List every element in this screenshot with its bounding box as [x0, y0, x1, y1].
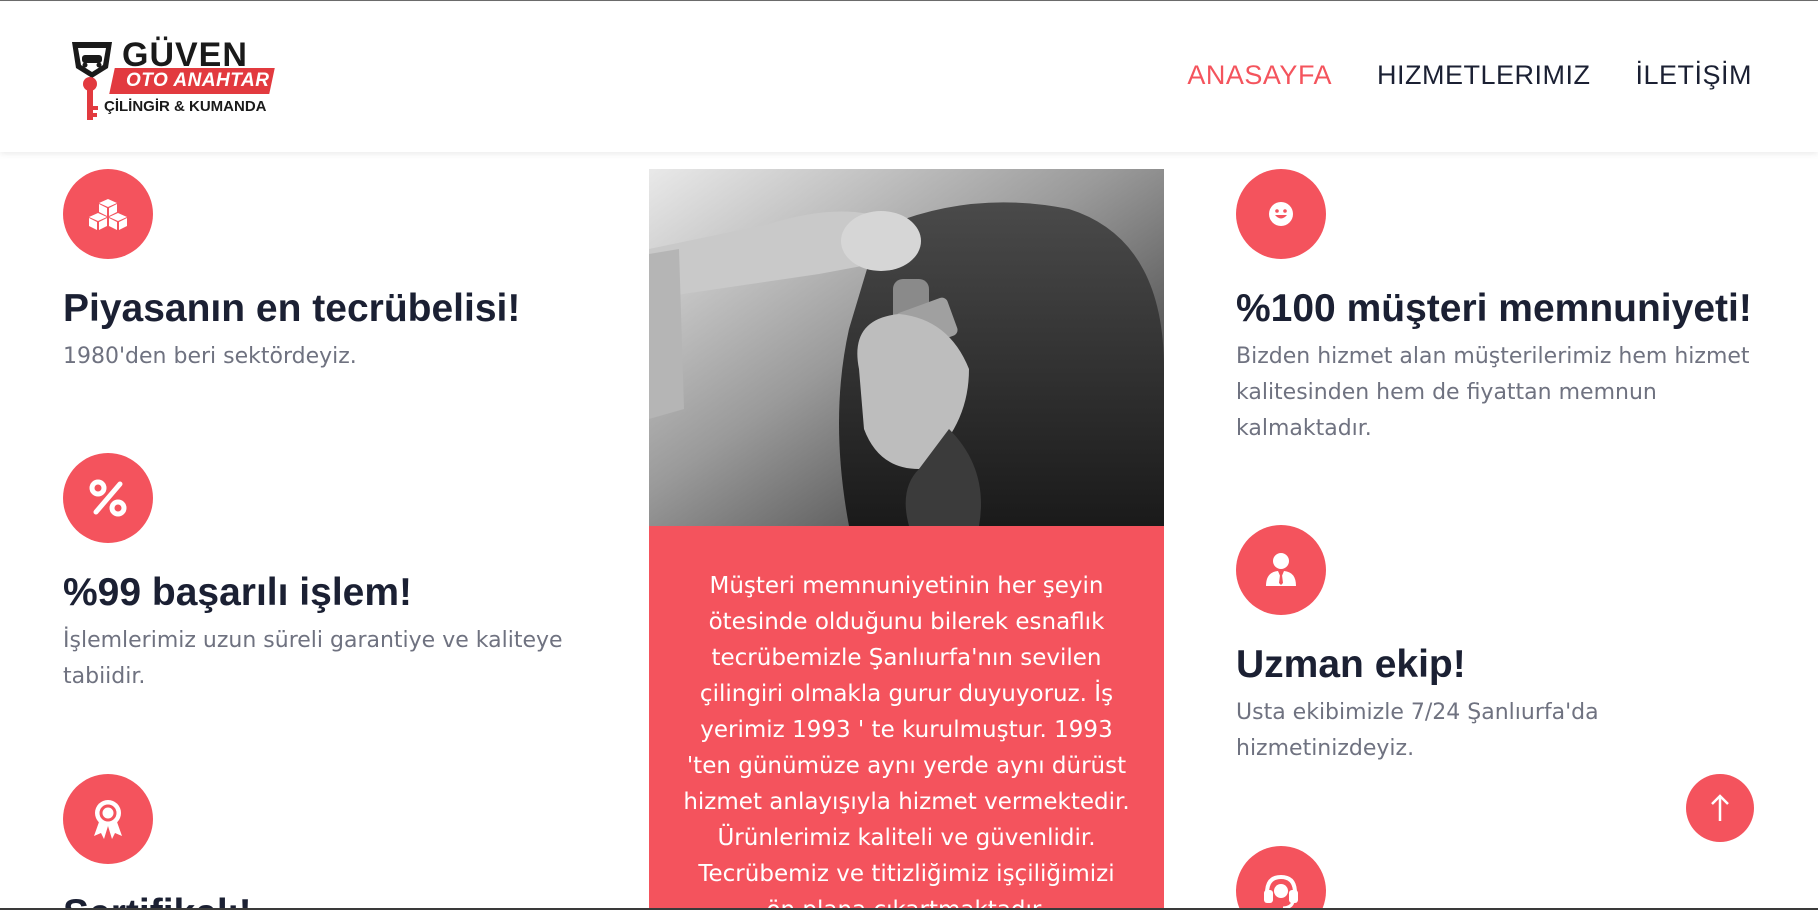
- headset-icon: [1236, 846, 1326, 908]
- feature-title: %100 müşteri memnuniyeti!: [1236, 287, 1752, 330]
- brand-subtitle: ÇİLİNGİR & KUMANDA: [104, 98, 267, 115]
- feature-text: 1980'den beri sektördeyiz.: [63, 344, 357, 369]
- hero-image: [649, 169, 1164, 526]
- main-nav: ANASAYFA HIZMETLERIMIZ İLETİŞİM: [1187, 60, 1752, 91]
- feature-certified: Sertifikalı!: [63, 774, 583, 908]
- feature-support: [1236, 846, 1756, 908]
- feature-title: Piyasanın en tecrübelisi!: [63, 287, 521, 330]
- site-header: GÜVEN OTO ANAHTAR ÇİLİNGİR & KUMANDA ANA…: [0, 2, 1818, 152]
- key-icon: [83, 77, 98, 120]
- nav-item-anasayfa[interactable]: ANASAYFA: [1187, 60, 1332, 91]
- feature-success: %99 başarılı işlem! İşlemlerimiz uzun sü…: [63, 453, 583, 695]
- arrow-up-icon: [1711, 794, 1729, 821]
- award-icon: [63, 774, 153, 864]
- feature-title: Sertifikalı!: [63, 890, 583, 908]
- logo[interactable]: GÜVEN OTO ANAHTAR ÇİLİNGİR & KUMANDA: [66, 18, 275, 148]
- feature-text: Usta ekibimizle 7/24 Şanlıurfa'da hizmet…: [1236, 700, 1599, 761]
- feature-text: İşlemlerimiz uzun süreli garantiye ve ka…: [63, 628, 563, 689]
- shield-icon: [72, 42, 112, 78]
- smile-icon: [1236, 169, 1326, 259]
- back-to-top-button[interactable]: [1686, 774, 1754, 842]
- feature-experience: Piyasanın en tecrübelisi! 1980'den beri …: [63, 169, 583, 375]
- feature-title: %99 başarılı işlem!: [63, 571, 413, 614]
- nav-item-hizmetlerimiz[interactable]: HIZMETLERIMIZ: [1377, 60, 1591, 91]
- brand-tagline: OTO ANAHTAR: [126, 70, 270, 91]
- percent-icon: [63, 453, 153, 543]
- keys-handover-image: [649, 169, 1164, 526]
- feature-expert-team: Uzman ekip! Usta ekibimizle 7/24 Şanlıur…: [1236, 525, 1756, 767]
- feature-text: Bizden hizmet alan müşterilerimiz hem hi…: [1236, 344, 1750, 441]
- page: GÜVEN OTO ANAHTAR ÇİLİNGİR & KUMANDA ANA…: [0, 0, 1818, 910]
- about-text: Müşteri memnuniyetinin her şeyin ötesind…: [683, 573, 1130, 910]
- feature-title: Uzman ekip!: [1236, 643, 1466, 686]
- brand-name: GÜVEN: [122, 36, 248, 74]
- user-tie-icon: [1236, 525, 1326, 615]
- nav-item-iletisim[interactable]: İLETİŞİM: [1635, 60, 1752, 91]
- about-box: Müşteri memnuniyetinin her şeyin ötesind…: [649, 526, 1164, 910]
- feature-satisfaction: %100 müşteri memnuniyeti! Bizden hizmet …: [1236, 169, 1756, 447]
- cubes-icon: [63, 169, 153, 259]
